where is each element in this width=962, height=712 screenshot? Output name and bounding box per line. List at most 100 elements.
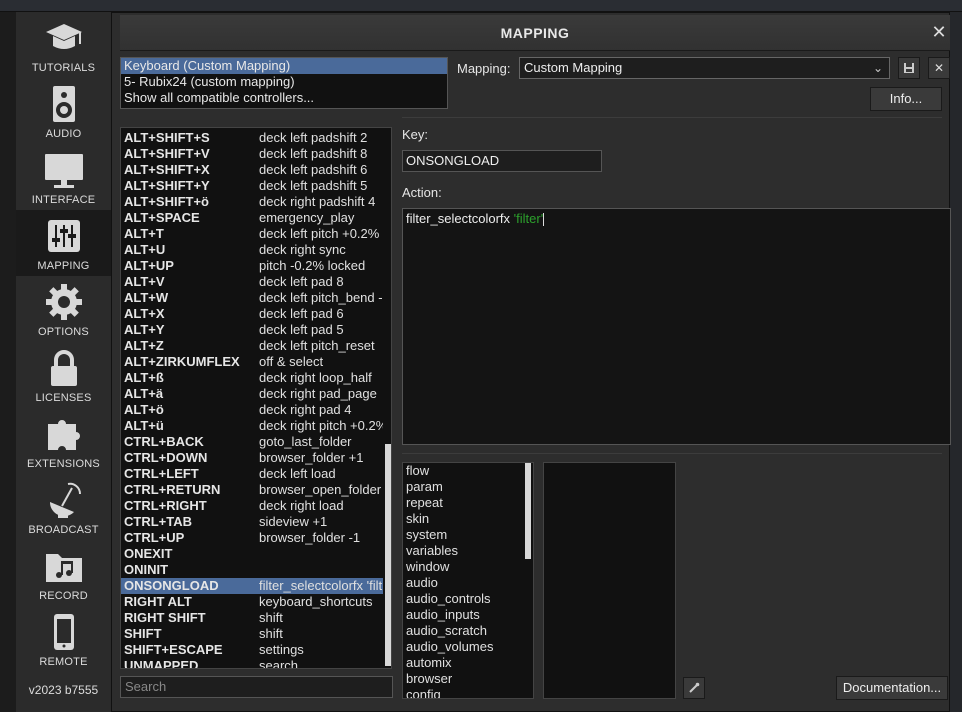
key-action: deck left padshift 5	[259, 178, 368, 193]
key-list-row[interactable]: ONSONGLOAD filter_selectcolorfx 'filt	[121, 578, 383, 594]
action-editor[interactable]: filter_selectcolorfx 'filter'	[402, 208, 951, 445]
key-list-row[interactable]: ALT+SHIFT+ö deck right padshift 4	[121, 194, 383, 210]
mapping-select-value: Custom Mapping	[524, 60, 623, 75]
key-list-row[interactable]: ALT+ZIRKUMFLEX off & select	[121, 354, 383, 370]
key-combo: ALT+U	[124, 242, 166, 257]
sidebar-item-audio[interactable]: AUDIO	[16, 78, 111, 144]
key-list-row[interactable]: ALT+X deck left pad 6	[121, 306, 383, 322]
key-list-row[interactable]: SHIFT+ESCAPE settings	[121, 642, 383, 658]
category-item[interactable]: repeat	[403, 495, 533, 511]
category-item[interactable]: window	[403, 559, 533, 575]
key-list-row[interactable]: ALT+ä deck right pad_page	[121, 386, 383, 402]
phone-icon	[54, 614, 74, 650]
key-list-row[interactable]: ALT+SHIFT+Y deck left padshift 5	[121, 178, 383, 194]
dialog-titlebar[interactable]: MAPPING ✕	[120, 15, 950, 51]
category-item[interactable]: audio_inputs	[403, 607, 533, 623]
device-list-item[interactable]: Show all compatible controllers...	[121, 90, 447, 106]
category-item[interactable]: config	[403, 687, 533, 698]
music-folder-icon	[46, 554, 82, 582]
key-list-row[interactable]: ALT+T deck left pitch +0.2%	[121, 226, 383, 242]
key-list-row[interactable]: SHIFT shift	[121, 626, 383, 642]
key-list-row[interactable]: ALT+ü deck right pitch +0.2%	[121, 418, 383, 434]
key-field[interactable]: ONSONGLOAD	[402, 150, 602, 172]
key-list-row[interactable]: ONINIT	[121, 562, 383, 578]
category-item[interactable]: variables	[403, 543, 533, 559]
device-list-item[interactable]: 5- Rubix24 (custom mapping)	[121, 74, 447, 90]
key-list-row[interactable]: ALT+Z deck left pitch_reset	[121, 338, 383, 354]
key-combo: ALT+ß	[124, 370, 164, 385]
graduation-cap-icon	[46, 24, 82, 49]
save-mapping-button[interactable]	[898, 57, 920, 79]
sidebar-item-broadcast[interactable]: BROADCAST	[16, 474, 111, 540]
sidebar-item-extensions[interactable]: EXTENSIONS	[16, 408, 111, 474]
category-item[interactable]: skin	[403, 511, 533, 527]
key-action: deck right pitch +0.2%	[259, 418, 383, 433]
sidebar-item-options[interactable]: OPTIONS	[16, 276, 111, 342]
category-item[interactable]: param	[403, 479, 533, 495]
sidebar-item-mapping[interactable]: MAPPING	[16, 210, 111, 276]
dialog-title: MAPPING	[500, 25, 570, 41]
key-list-row[interactable]: ALT+SHIFT+X deck left padshift 6	[121, 162, 383, 178]
sidebar-item-label: INTERFACE	[31, 194, 96, 206]
sidebar-item-interface[interactable]: INTERFACE	[16, 144, 111, 210]
category-item[interactable]: audio_controls	[403, 591, 533, 607]
key-action: filter_selectcolorfx 'filt	[259, 578, 383, 593]
mapping-select[interactable]: Custom Mapping ⌄	[519, 57, 890, 79]
category-item[interactable]: flow	[403, 463, 533, 479]
key-list-row[interactable]: ALT+SHIFT+V deck left padshift 8	[121, 146, 383, 162]
device-list[interactable]: Keyboard (Custom Mapping) 5- Rubix24 (cu…	[120, 57, 448, 109]
key-combo: ALT+SPACE	[124, 210, 200, 225]
category-item[interactable]: audio_scratch	[403, 623, 533, 639]
key-list-row[interactable]: ONEXIT	[121, 546, 383, 562]
key-list-row[interactable]: CTRL+DOWN browser_folder +1	[121, 450, 383, 466]
picker-button[interactable]	[683, 677, 705, 699]
key-list-row[interactable]: ALT+W deck left pitch_bend -	[121, 290, 383, 306]
key-list-row[interactable]: ALT+UP pitch -0.2% locked	[121, 258, 383, 274]
category-item[interactable]: audio_volumes	[403, 639, 533, 655]
documentation-button[interactable]: Documentation...	[836, 676, 948, 700]
key-list-row[interactable]: ALT+ö deck right pad 4	[121, 402, 383, 418]
sidebar-item-tutorials[interactable]: TUTORIALS	[16, 12, 111, 78]
key-list-row[interactable]: CTRL+RIGHT deck right load	[121, 498, 383, 514]
sidebar-item-remote[interactable]: REMOTE	[16, 606, 111, 672]
key-list-row[interactable]: CTRL+LEFT deck left load	[121, 466, 383, 482]
category-scrollbar[interactable]	[525, 463, 531, 559]
key-list-row[interactable]: RIGHT SHIFT shift	[121, 610, 383, 626]
verb-list[interactable]	[543, 462, 676, 699]
key-list-row[interactable]: ALT+V deck left pad 8	[121, 274, 383, 290]
key-list-row[interactable]: CTRL+UP browser_folder -1	[121, 530, 383, 546]
speaker-icon	[53, 86, 75, 122]
category-item[interactable]: audio	[403, 575, 533, 591]
key-action: browser_open_folder	[259, 482, 382, 497]
category-item[interactable]: automix	[403, 655, 533, 671]
key-list-row[interactable]: CTRL+RETURN browser_open_folder	[121, 482, 383, 498]
key-list-row[interactable]: ALT+Y deck left pad 5	[121, 322, 383, 338]
device-list-item[interactable]: Keyboard (Custom Mapping)	[121, 58, 447, 74]
close-icon[interactable]: ✕	[928, 21, 950, 43]
key-list-scrollbar[interactable]	[385, 444, 391, 666]
background-app-right	[950, 12, 962, 712]
key-list-row[interactable]: ALT+U deck right sync	[121, 242, 383, 258]
category-item[interactable]: system	[403, 527, 533, 543]
sidebar-item-licenses[interactable]: LICENSES	[16, 342, 111, 408]
key-action: deck right pad 4	[259, 402, 352, 417]
key-action: sideview +1	[259, 514, 328, 529]
key-list-row[interactable]: ALT+ß deck right loop_half	[121, 370, 383, 386]
key-action: pitch -0.2% locked	[259, 258, 366, 273]
key-action: deck left pitch_reset	[259, 338, 375, 353]
action-label: Action:	[402, 185, 442, 200]
search-input[interactable]: Search	[120, 676, 393, 698]
delete-mapping-button[interactable]: ✕	[928, 57, 950, 79]
key-list-row[interactable]: CTRL+TAB sideview +1	[121, 514, 383, 530]
info-button[interactable]: Info...	[870, 87, 942, 111]
key-list-row[interactable]: RIGHT ALT keyboard_shortcuts	[121, 594, 383, 610]
key-list-row[interactable]: ALT+SHIFT+S deck left padshift 2	[121, 130, 383, 146]
verb-category-list[interactable]: flow param repeat skin system variables window…	[402, 462, 534, 699]
key-list-row[interactable]: ALT+SPACE emergency_play	[121, 210, 383, 226]
key-list[interactable]: UNMAPPED search SHIFT+ESCAPE settings SHIFT s…	[120, 127, 392, 669]
sidebar-item-record[interactable]: RECORD	[16, 540, 111, 606]
sidebar-item-label: LICENSES	[35, 392, 92, 404]
key-list-row[interactable]: CTRL+BACK goto_last_folder	[121, 434, 383, 450]
key-list-row[interactable]: UNMAPPED search	[121, 658, 383, 668]
category-item[interactable]: browser	[403, 671, 533, 687]
